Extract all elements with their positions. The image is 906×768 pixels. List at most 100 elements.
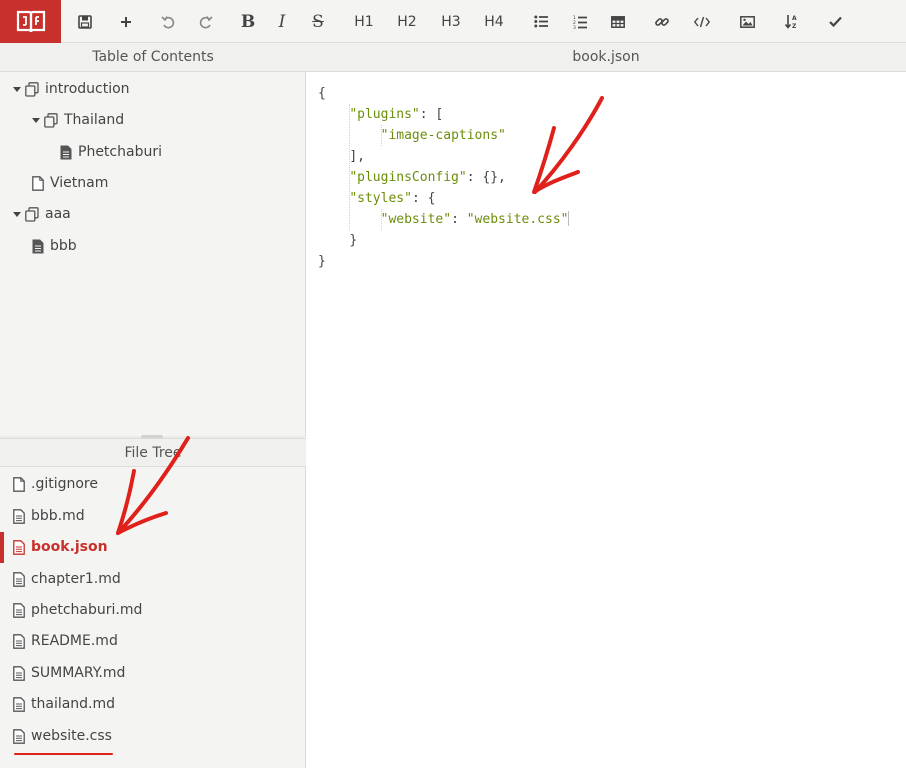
- code-token: }: [349, 233, 358, 248]
- file-lines-icon: [13, 539, 25, 555]
- code-icon: [694, 16, 710, 27]
- code-line: "styles": {: [318, 188, 569, 209]
- book-icon: [16, 10, 45, 32]
- svg-text:A: A: [792, 15, 797, 22]
- code-key: "pluginsConfig": [349, 170, 467, 185]
- code-line: "plugins": [: [318, 104, 569, 125]
- toc-item-aaa[interactable]: aaa: [13, 201, 71, 227]
- file-item-gitignore[interactable]: .gitignore: [0, 471, 306, 497]
- heading1-button[interactable]: H1: [350, 6, 378, 37]
- check-icon: [828, 16, 842, 27]
- heading2-button[interactable]: H2: [393, 6, 421, 37]
- sort-button[interactable]: A Z: [778, 6, 806, 37]
- file-item-label: bbb.md: [31, 508, 85, 524]
- redo-button[interactable]: [192, 6, 220, 37]
- left-panel: Table of Contents introduction Thailand …: [0, 43, 306, 768]
- strikethrough-button[interactable]: S: [304, 6, 332, 37]
- file-item-book-json[interactable]: book.json: [0, 532, 306, 563]
- image-icon: [739, 15, 755, 28]
- text-cursor: [568, 211, 570, 226]
- bold-icon: B: [240, 11, 256, 32]
- code-line: }: [318, 230, 569, 251]
- toc-item-label: Vietnam: [50, 175, 109, 191]
- file-lines-icon: [13, 696, 25, 712]
- code-editor[interactable]: { "plugins": [ "image-captions" ], "plug…: [318, 83, 570, 272]
- italic-button[interactable]: I: [268, 6, 296, 37]
- file-item-label: phetchaburi.md: [31, 602, 143, 618]
- table-button[interactable]: [604, 6, 632, 37]
- file-item-phetchaburi-md[interactable]: phetchaburi.md: [0, 597, 306, 623]
- code-token: : {},: [466, 170, 506, 185]
- app-logo[interactable]: [0, 0, 61, 43]
- code-token: : {: [411, 191, 436, 206]
- toc-item-label: introduction: [45, 81, 130, 97]
- file-item-label: website.css: [31, 728, 112, 744]
- toc-item-bbb[interactable]: bbb: [32, 233, 77, 259]
- plus-icon: [121, 16, 131, 27]
- toc-item-thailand[interactable]: Thailand: [32, 107, 124, 133]
- code-key: "styles": [349, 191, 412, 206]
- file-item-label: SUMMARY.md: [31, 665, 126, 681]
- heading3-button[interactable]: H3: [437, 6, 465, 37]
- svg-text:Z: Z: [792, 23, 797, 29]
- save-icon: [78, 14, 92, 29]
- toc-item-label: bbb: [50, 238, 77, 254]
- code-token: ],: [349, 149, 365, 164]
- file-icon: [32, 175, 44, 191]
- code-string: "image-captions": [380, 128, 506, 143]
- toc-item-vietnam[interactable]: Vietnam: [32, 170, 108, 196]
- image-button[interactable]: [733, 6, 761, 37]
- table-icon: [611, 15, 625, 28]
- file-item-website-css[interactable]: website.css: [0, 723, 306, 749]
- toc-header: Table of Contents: [0, 43, 306, 72]
- save-button[interactable]: [71, 6, 99, 37]
- file-lines-icon: [13, 571, 25, 587]
- file-text-icon: [32, 239, 44, 253]
- file-lines-icon: [13, 633, 25, 649]
- redo-icon: [199, 15, 213, 28]
- file-item-summary-md[interactable]: SUMMARY.md: [0, 660, 306, 686]
- caret-down-icon: [13, 86, 21, 92]
- code-line: "image-captions": [318, 125, 569, 146]
- file-item-bbb-md[interactable]: bbb.md: [0, 503, 306, 529]
- caret-down-icon: [13, 211, 21, 217]
- link-button[interactable]: [648, 6, 676, 37]
- toc-item-phetchaburi[interactable]: Phetchaburi: [60, 139, 162, 165]
- code-button[interactable]: [688, 6, 716, 37]
- file-lines-icon: [13, 665, 25, 681]
- bold-button[interactable]: B: [234, 6, 262, 37]
- file-item-label: chapter1.md: [31, 571, 121, 587]
- code-line: "website": "website.css": [318, 209, 570, 230]
- numbered-list-button[interactable]: 1 2 3: [566, 6, 594, 37]
- code-line: }: [318, 251, 569, 272]
- heading4-button[interactable]: H4: [480, 6, 508, 37]
- code-token: }: [318, 254, 326, 269]
- editor-panel: book.json { "plugins": [ "image-captions…: [306, 43, 906, 768]
- toc-item-introduction[interactable]: introduction: [13, 76, 130, 102]
- bullet-list-button[interactable]: [527, 6, 555, 37]
- check-button[interactable]: [821, 6, 849, 37]
- file-lines-icon: [13, 508, 25, 524]
- code-line: {: [318, 83, 569, 104]
- bullet-list-icon: [534, 15, 548, 28]
- undo-button[interactable]: [154, 6, 182, 37]
- annotation-underline: [14, 753, 113, 755]
- file-item-readme-md[interactable]: README.md: [0, 628, 306, 654]
- toolbar: B I S H1 H2 H3 H4 1 2 3 A Z: [0, 0, 906, 43]
- file-item-label: .gitignore: [31, 476, 98, 492]
- file-item-thailand-md[interactable]: thailand.md: [0, 691, 306, 717]
- code-token: :: [451, 212, 467, 227]
- file-item-label: book.json: [31, 539, 108, 555]
- toc-item-label: aaa: [45, 206, 71, 222]
- toc-item-label: Phetchaburi: [78, 144, 162, 160]
- copy-icon: [25, 206, 39, 222]
- copy-icon: [25, 81, 39, 97]
- code-key: "plugins": [349, 107, 420, 122]
- link-icon: [655, 17, 669, 26]
- undo-icon: [161, 15, 175, 28]
- file-item-chapter1-md[interactable]: chapter1.md: [0, 566, 306, 592]
- add-button[interactable]: [112, 6, 140, 37]
- code-line: "pluginsConfig": {},: [318, 167, 569, 188]
- file-item-label: thailand.md: [31, 696, 116, 712]
- code-token: : [: [419, 107, 444, 122]
